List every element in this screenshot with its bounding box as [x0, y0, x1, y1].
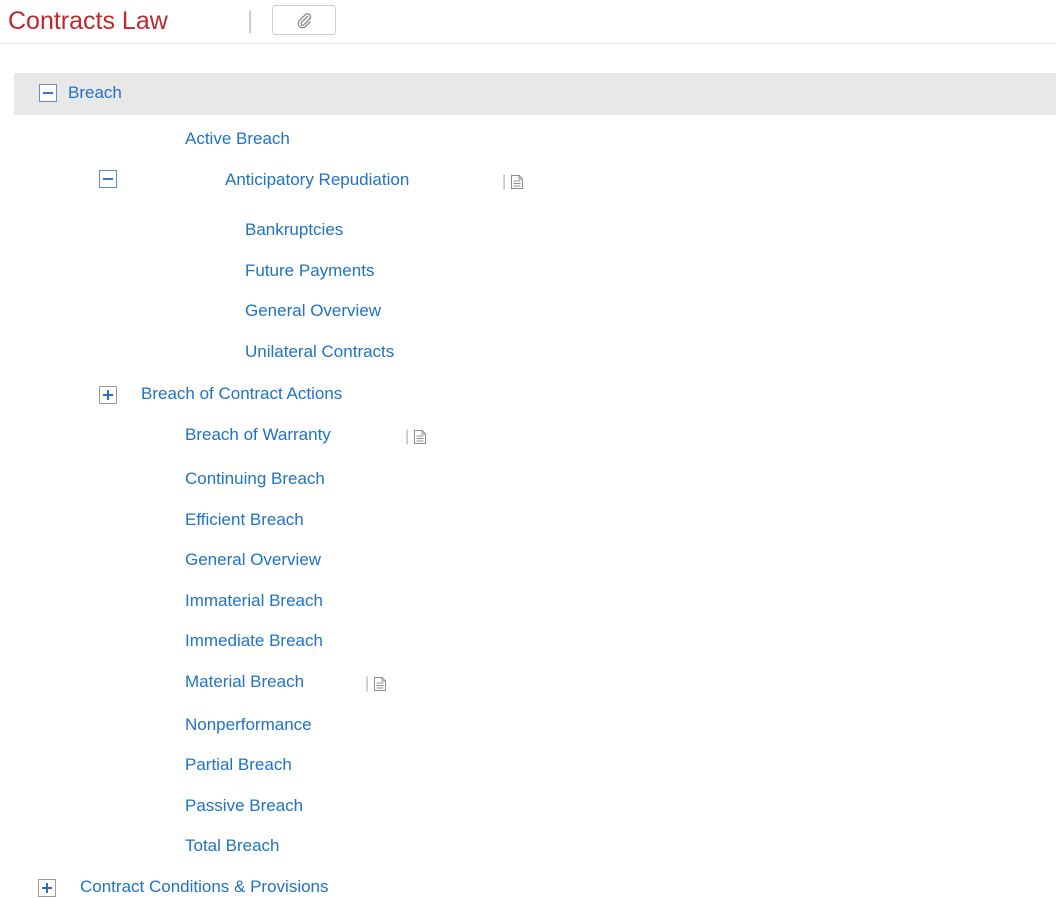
tree-link-anticipatory-repudiation[interactable]: Anticipatory Repudiation — [225, 169, 409, 191]
tree-link-unilateral-contracts[interactable]: Unilateral Contracts — [245, 341, 394, 363]
collapse-anticipatory-repudiation-toggle[interactable] — [99, 170, 117, 188]
marker-separator: | — [502, 173, 507, 190]
tree-link-total-breach[interactable]: Total Breach — [185, 835, 280, 857]
marker-separator: | — [405, 428, 410, 445]
anticipatory-repudiation-doc-marker: | — [502, 171, 524, 193]
tree-link-passive-breach[interactable]: Passive Breach — [185, 795, 303, 817]
title-separator: | — [247, 7, 254, 34]
header: Contracts Law | — [0, 0, 1056, 44]
tree-link-immaterial-breach[interactable]: Immaterial Breach — [185, 590, 323, 612]
tree-link-breach[interactable]: Breach — [68, 82, 122, 104]
tree-row-breach — [14, 73, 1056, 115]
paperclip-icon — [297, 13, 312, 29]
tree-link-future-payments[interactable]: Future Payments — [245, 260, 374, 282]
collapse-breach-toggle[interactable] — [39, 84, 57, 102]
tree-link-partial-breach[interactable]: Partial Breach — [185, 754, 292, 776]
link-button[interactable] — [272, 5, 336, 35]
material-breach-doc-marker: | — [365, 673, 387, 695]
expand-breach-of-contract-actions-toggle[interactable] — [99, 386, 117, 404]
tree-link-material-breach[interactable]: Material Breach — [185, 671, 304, 693]
tree-link-immediate-breach[interactable]: Immediate Breach — [185, 630, 323, 652]
tree-link-active-breach[interactable]: Active Breach — [185, 128, 290, 150]
document-icon[interactable] — [510, 174, 524, 190]
tree-link-bankruptcies[interactable]: Bankruptcies — [245, 219, 343, 241]
document-icon[interactable] — [413, 429, 427, 445]
page-title: Contracts Law — [8, 7, 168, 35]
expand-contract-conditions-toggle[interactable] — [38, 879, 56, 897]
tree-link-continuing-breach[interactable]: Continuing Breach — [185, 468, 325, 490]
tree-link-nonperformance[interactable]: Nonperformance — [185, 714, 312, 736]
document-icon[interactable] — [373, 676, 387, 692]
tree-link-efficient-breach[interactable]: Efficient Breach — [185, 509, 304, 531]
tree-link-breach-of-warranty[interactable]: Breach of Warranty — [185, 424, 331, 446]
breach-of-warranty-doc-marker: | — [405, 426, 427, 448]
tree-link-contract-conditions[interactable]: Contract Conditions & Provisions — [80, 876, 329, 898]
tree-link-breach-of-contract-actions[interactable]: Breach of Contract Actions — [141, 383, 342, 405]
marker-separator: | — [365, 675, 370, 692]
tree-link-general-overview[interactable]: General Overview — [185, 549, 321, 571]
tree-link-general-overview-ar[interactable]: General Overview — [245, 300, 381, 322]
